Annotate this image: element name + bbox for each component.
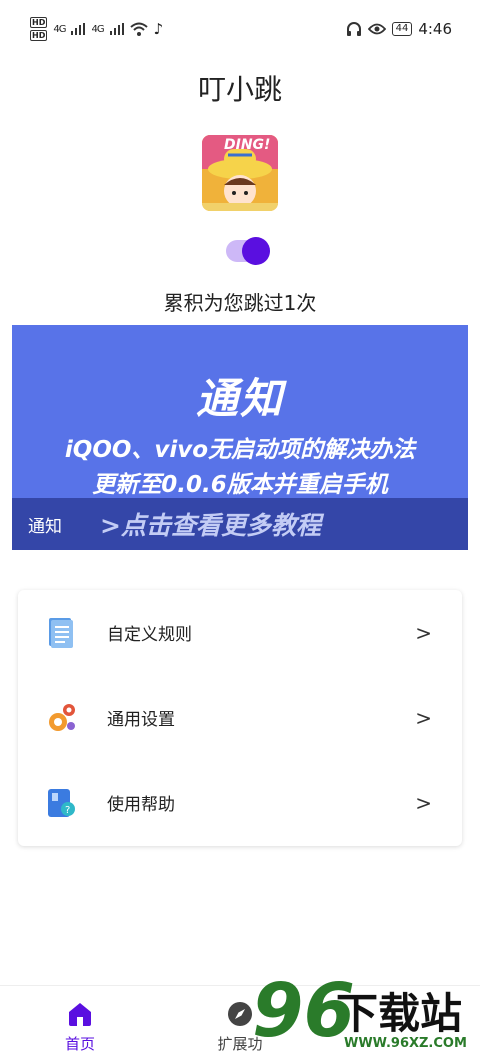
battery-indicator: 44 <box>391 22 413 36</box>
nav-tab-label: 首页 <box>64 1035 95 1053</box>
banner-line-2: 更新至0.0.6版本并重启手机 <box>92 472 388 498</box>
home-icon <box>69 1003 91 1026</box>
status-bar: HD HD 4G 4G ♪ 44 4:46 <box>0 0 480 58</box>
app-title: 叮小跳 <box>197 73 282 106</box>
gears-icon <box>49 703 75 731</box>
music-note-icon: ♪ <box>153 20 164 38</box>
menu-item-custom-rules[interactable]: 自定义规则 > <box>18 590 462 675</box>
headphones-icon <box>346 22 361 36</box>
banner-title: 通知 <box>195 374 284 423</box>
menu-item-help[interactable]: ? 使用帮助 > <box>18 760 462 845</box>
hd-badge-1: HD <box>30 17 48 28</box>
chevron-right-icon: > <box>415 790 432 815</box>
chevron-right-icon: > <box>415 705 432 730</box>
signal-bars-icon <box>71 23 86 35</box>
app-logo: DING! <box>202 135 278 211</box>
skip-service-toggle[interactable] <box>226 237 270 265</box>
watermark-url: WWW.96XZ.COM <box>344 1036 467 1051</box>
signal-2-label: 4G <box>91 23 104 35</box>
status-time: 4:46 <box>418 20 452 38</box>
skip-counter-text: 累积为您跳过1次 <box>163 291 317 315</box>
status-right: 44 4:46 <box>346 20 452 38</box>
hd-badge-2: HD <box>30 30 48 41</box>
svg-text:?: ? <box>65 805 70 816</box>
app-screen: HD HD 4G 4G ♪ 44 4:46 叮小跳 DING! 累积为您跳过1次… <box>0 0 480 1061</box>
notice-banner[interactable]: 通知 iQOO、vivo无启动项的解决办法 更新至0.0.6版本并重启手机 通知… <box>12 325 468 550</box>
banner-footer: 通知 >点击查看更多教程 <box>12 498 468 550</box>
chevron-right-icon: > <box>415 620 432 645</box>
signal-bars-icon <box>109 23 124 35</box>
compass-icon <box>228 1002 252 1026</box>
menu-item-label: 使用帮助 <box>107 795 175 815</box>
menu-item-label: 自定义规则 <box>107 625 192 645</box>
document-list-icon <box>49 617 73 648</box>
signal-1-label: 4G <box>53 23 66 35</box>
watermark-text: 下载站 <box>336 989 463 1038</box>
wifi-icon <box>129 22 148 36</box>
menu-item-general-settings[interactable]: 通用设置 > <box>18 675 462 760</box>
nav-tab-home[interactable]: 首页 <box>30 986 130 1061</box>
banner-line-1: iQOO、vivo无启动项的解决办法 <box>64 437 416 463</box>
hd-indicators: HD HD <box>30 17 48 41</box>
menu-item-label: 通用设置 <box>107 710 175 730</box>
status-left: HD HD 4G 4G ♪ <box>30 17 163 41</box>
more-tutorials-link[interactable]: >点击查看更多教程 <box>100 506 321 542</box>
menu-card: 自定义规则 > 通用设置 > ? 使用帮助 > <box>18 590 462 846</box>
app-logo-text: DING! <box>224 137 271 153</box>
banner-tag: 通知 <box>28 516 62 537</box>
help-book-icon: ? <box>48 788 75 817</box>
toggle-knob <box>242 237 270 265</box>
eye-icon <box>367 23 386 35</box>
watermark-logo: 96 下载站 WWW.96XZ.COM <box>252 968 480 1061</box>
